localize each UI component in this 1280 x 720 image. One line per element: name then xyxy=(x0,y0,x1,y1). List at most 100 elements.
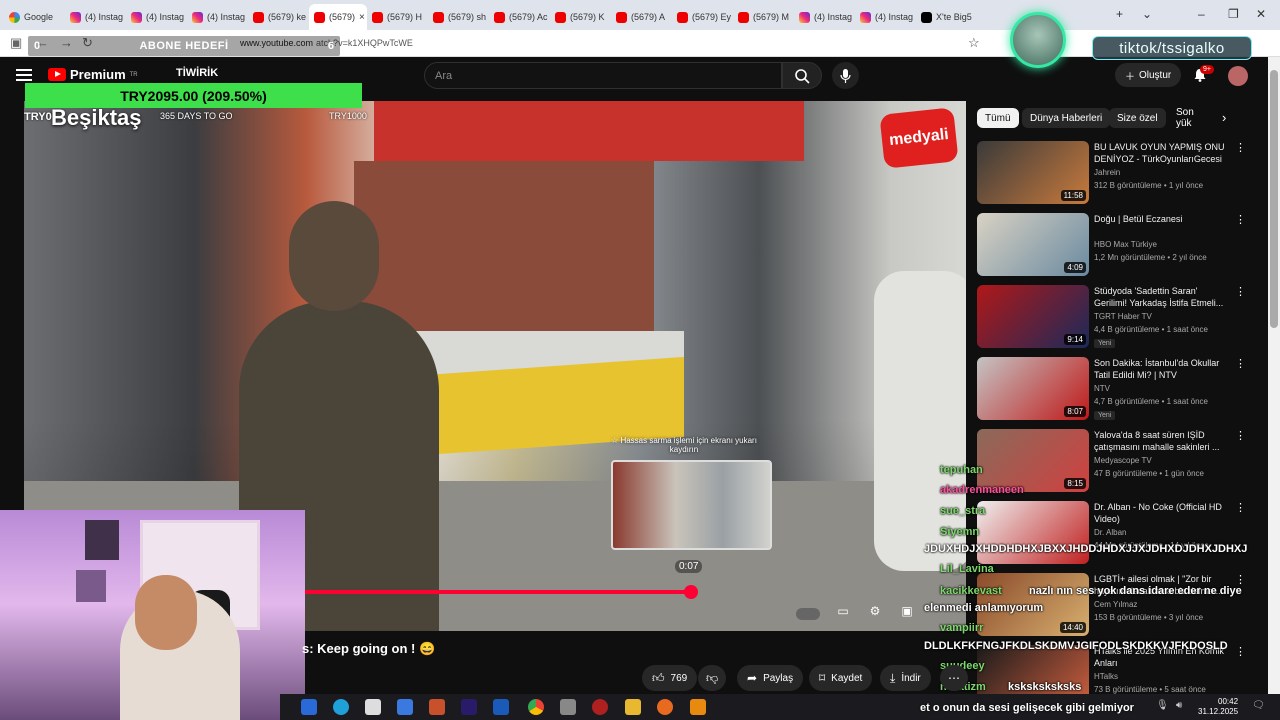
browser-tab[interactable]: X'te Big5 xyxy=(916,4,977,30)
recommended-video[interactable]: 8:07 Son Dakika: İstanbul'da Okullar Tati… xyxy=(977,357,1252,423)
chrome-icon[interactable] xyxy=(528,699,544,715)
channel-name[interactable]: Cem Yılmaz xyxy=(1094,600,1137,609)
video-thumbnail[interactable]: 8:15 xyxy=(977,429,1089,492)
channel-name[interactable]: Medyascope TV xyxy=(1094,456,1152,465)
more-vertical-icon[interactable]: ⋮ xyxy=(1235,213,1246,226)
video-title[interactable]: Doğu | Betül Eczanesi xyxy=(1094,213,1232,225)
channel-name[interactable]: HBO Max Türkiye xyxy=(1094,240,1157,249)
miniplayer-icon[interactable]: ▣ xyxy=(899,604,915,620)
download-button[interactable]: ⤓ İndir xyxy=(880,665,931,691)
channel-name[interactable]: TGRT Haber TV xyxy=(1094,312,1152,321)
system-clock[interactable]: 00:42 31.12.2025 xyxy=(1198,697,1238,717)
search-button[interactable] xyxy=(782,62,822,89)
recommended-video[interactable]: Dr. Alban - No Coke (Official HD Video) D… xyxy=(977,501,1252,567)
mail-icon[interactable] xyxy=(397,699,413,715)
browser-tab[interactable]: (5679) H xyxy=(367,4,428,30)
filter-chip[interactable]: Size özel xyxy=(1109,108,1166,128)
firefox-icon[interactable] xyxy=(657,699,673,715)
browser-tab[interactable]: (4) Instag xyxy=(65,4,126,30)
page-scrollbar-thumb[interactable] xyxy=(1270,70,1278,328)
vlc-icon[interactable] xyxy=(690,699,706,715)
video-thumbnail[interactable]: 8:07 xyxy=(977,357,1089,420)
more-vertical-icon[interactable]: ⋮ xyxy=(1235,285,1246,298)
browser-tab[interactable]: (5679) K xyxy=(550,4,611,30)
video-thumbnail[interactable]: 9:14 xyxy=(977,285,1089,348)
more-vertical-icon[interactable]: ⋮ xyxy=(1235,429,1246,442)
browser-tab[interactable]: (4) Instag xyxy=(855,4,916,30)
browser-tab[interactable]: Google xyxy=(4,4,65,30)
browser-tab[interactable]: (5679) × xyxy=(309,4,367,30)
channel-name[interactable]: NTV xyxy=(1094,384,1110,393)
chevron-down-icon[interactable]: ⌄ xyxy=(1142,7,1152,21)
more-vertical-icon[interactable]: ⋮ xyxy=(1235,357,1246,370)
video-title[interactable]: Yalova'da 8 saat süren IŞİD çatışmasını … xyxy=(1094,429,1232,453)
video-title[interactable]: Stüdyoda 'Sadettin Saran' Gerilimi! Yark… xyxy=(1094,285,1232,309)
search-input[interactable]: Ara xyxy=(424,62,782,89)
video-duration: 9:14 xyxy=(1064,334,1086,345)
like-button[interactable]: 👍︎ 769 xyxy=(642,665,698,691)
filter-chip[interactable]: Dünya Haberleri xyxy=(1022,108,1111,128)
subtitles-icon[interactable]: ▭ xyxy=(835,604,851,620)
browser-tab[interactable]: (5679) Ac xyxy=(489,4,550,30)
video-thumbnail[interactable]: 11:58 xyxy=(977,141,1089,204)
youtube-premium-logo[interactable]: Premium TR xyxy=(48,67,138,82)
new-badge: Yeni xyxy=(1094,411,1116,420)
filter-chip[interactable]: Tümü xyxy=(977,108,1019,128)
chevron-right-icon[interactable]: › xyxy=(1222,110,1226,125)
more-actions-button[interactable]: ⋯ xyxy=(940,665,968,691)
microphone-tray-icon[interactable]: 🎙︎ xyxy=(1156,700,1169,711)
app-icon[interactable] xyxy=(560,699,576,715)
taskbar-app-icon[interactable] xyxy=(301,699,317,715)
bookmark-star-icon[interactable]: ☆ xyxy=(968,35,980,51)
browser-tab[interactable]: (4) Instag xyxy=(187,4,248,30)
sidebar-toggle-icon[interactable]: ▣ xyxy=(10,35,22,51)
notification-center-icon[interactable]: 🗨︎ xyxy=(1252,700,1265,711)
create-button[interactable]: ＋ Oluştur xyxy=(1115,63,1182,87)
seek-time-tooltip: 0:07 xyxy=(675,560,703,573)
close-tab-icon[interactable]: × xyxy=(359,12,365,23)
more-vertical-icon[interactable]: ⋮ xyxy=(1235,141,1246,154)
app-icon[interactable] xyxy=(493,699,509,715)
channel-name[interactable]: Dr. Alban xyxy=(1094,528,1126,537)
autoplay-toggle[interactable] xyxy=(796,608,820,620)
user-avatar[interactable] xyxy=(1228,66,1248,86)
browser-tab[interactable]: (5679) A xyxy=(611,4,672,30)
video-title[interactable]: Dr. Alban - No Coke (Official HD Video) xyxy=(1094,501,1232,525)
minimize-icon[interactable]: – xyxy=(1198,7,1205,21)
file-explorer-icon[interactable] xyxy=(625,699,641,715)
browser-tab[interactable]: (5679) sh xyxy=(428,4,489,30)
volume-icon[interactable]: 🔊︎ xyxy=(1176,700,1182,711)
progress-scrubber[interactable] xyxy=(684,585,698,599)
app-icon[interactable] xyxy=(429,699,445,715)
video-title[interactable]: BU LAVUK OYUN YAPMIŞ ONU DENİYOZ - TürkO… xyxy=(1094,141,1232,165)
more-vertical-icon[interactable]: ⋮ xyxy=(1235,645,1246,658)
more-vertical-icon[interactable]: ⋮ xyxy=(1235,501,1246,514)
new-tab-icon[interactable]: + xyxy=(1116,7,1123,21)
voice-search-button[interactable] xyxy=(832,62,859,89)
obs-icon[interactable] xyxy=(592,699,608,715)
recommended-video[interactable]: 4:09 Doğu | Betül Eczanesi HBO Max Türkiye… xyxy=(977,213,1252,279)
channel-name[interactable]: HTalks xyxy=(1094,672,1118,681)
maximize-icon[interactable]: ❐ xyxy=(1228,7,1239,21)
video-thumbnail[interactable]: 4:09 xyxy=(977,213,1089,276)
edge-icon[interactable] xyxy=(333,699,349,715)
browser-tab[interactable]: (5679) Ey xyxy=(672,4,733,30)
dislike-button[interactable]: 👎︎ xyxy=(698,665,727,691)
save-button[interactable]: ⌑ Kaydet xyxy=(809,665,873,691)
video-title[interactable]: Son Dakika: İstanbul'da Okullar Tatil Ed… xyxy=(1094,357,1232,381)
hamburger-menu-icon[interactable] xyxy=(16,69,32,81)
recommended-video[interactable]: 9:14 Stüdyoda 'Sadettin Saran' Gerilimi! … xyxy=(977,285,1252,351)
browser-tab[interactable]: (5679) M xyxy=(733,4,794,30)
recommended-video[interactable]: 11:58 BU LAVUK OYUN YAPMIŞ ONU DENİYOZ - … xyxy=(977,141,1252,207)
filter-chip[interactable]: Son yük xyxy=(1168,108,1212,128)
share-button[interactable]: ➦ Paylaş xyxy=(737,665,804,691)
premiere-icon[interactable] xyxy=(461,699,477,715)
channel-name[interactable]: Jahrein xyxy=(1094,168,1120,177)
store-icon[interactable] xyxy=(365,699,381,715)
browser-tab[interactable]: (5679) ke xyxy=(248,4,309,30)
progress-bar[interactable] xyxy=(304,590,692,594)
browser-tab[interactable]: (4) Instag xyxy=(126,4,187,30)
close-window-icon[interactable]: ✕ xyxy=(1256,7,1266,21)
settings-gear-icon[interactable]: ⚙ xyxy=(867,604,883,620)
browser-tab[interactable]: (4) Instag xyxy=(794,4,855,30)
